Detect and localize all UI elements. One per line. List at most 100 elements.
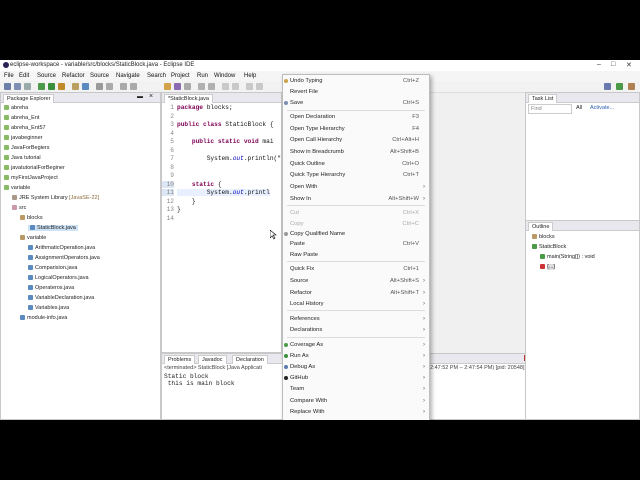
tree-item[interactable]: JavaForBegiers (4, 145, 50, 151)
tree-item-src[interactable]: src (12, 205, 26, 211)
annotation-icon[interactable] (164, 83, 171, 90)
menu-item-quick-outline[interactable]: Quick Outline Ctrl+O (283, 159, 429, 169)
tree-item[interactable]: javatutorialForBeginer (4, 165, 65, 171)
tree-item-package[interactable]: blocks (20, 215, 43, 221)
menu-item-raw-paste[interactable]: Raw Paste (283, 250, 429, 260)
menu-item-save[interactable]: Save Ctrl+S (283, 98, 429, 108)
menu-refactor[interactable]: Refactor (62, 73, 85, 79)
minimize-icon[interactable]: – (597, 61, 601, 68)
perspective-java-icon[interactable] (604, 83, 611, 90)
menu-window[interactable]: Window (214, 73, 235, 79)
nav-forward-icon[interactable] (232, 83, 239, 90)
save-icon[interactable] (14, 83, 21, 90)
menu-item-open-call-hierarchy[interactable]: Open Call Hierarchy Ctrl+Alt+H (283, 135, 429, 145)
tree-item[interactable]: AssignmentOperators.java (28, 255, 100, 261)
menu-item-run-as[interactable]: Run As › (283, 351, 429, 361)
save-all-icon[interactable] (24, 83, 31, 90)
tab-problems[interactable]: Problems (164, 355, 196, 364)
menu-project[interactable]: Project (171, 73, 190, 79)
tree-item[interactable]: Comparision.java (28, 265, 78, 271)
menu-item-references[interactable]: References › (283, 314, 429, 324)
tree-item-selected[interactable]: StaticBlock.java (28, 225, 78, 231)
menu-item-revert-file[interactable]: Revert File (283, 87, 429, 97)
menu-item-local-history[interactable]: Local History › (283, 299, 429, 309)
search-icon[interactable] (96, 83, 103, 90)
tree-item[interactable]: abreha_Ent (4, 115, 39, 121)
tree-item[interactable]: Java tutorial (4, 155, 41, 161)
outline-item[interactable]: main(String[]) : void (540, 254, 595, 260)
debug-icon[interactable] (38, 83, 45, 90)
outline-item[interactable]: StaticBlock (532, 244, 566, 250)
menu-item-copy-qualified-name[interactable]: Copy Qualified Name (283, 229, 429, 239)
tree-item[interactable]: ArithmaticOperation.java (28, 245, 95, 251)
last-edit-icon[interactable] (256, 83, 263, 90)
tab-javadoc[interactable]: Javadoc (198, 355, 227, 364)
next-edit-icon[interactable] (208, 83, 215, 90)
coverage-icon[interactable] (58, 83, 65, 90)
menu-item-declarations[interactable]: Declarations › (283, 325, 429, 335)
menu-item-show-in-breadcrumb[interactable]: Show in Breadcrumb Alt+Shift+B (283, 147, 429, 157)
tree-item[interactable]: abreha (4, 105, 28, 111)
menu-item-copy[interactable]: Copy Ctrl+C (283, 219, 429, 229)
task-all-filter[interactable]: All (576, 105, 582, 111)
menu-item-undo-typing[interactable]: Undo Typing Ctrl+Z (283, 76, 429, 86)
tab-task-list[interactable]: Task List (528, 94, 558, 103)
history-icon[interactable] (246, 83, 253, 90)
menu-item-open-with[interactable]: Open With › (283, 182, 429, 192)
outline-item[interactable]: {...} (540, 264, 556, 270)
menu-item-team[interactable]: Team › (283, 384, 429, 394)
menu-file[interactable]: File (4, 73, 14, 79)
menu-item-source[interactable]: Source Alt+Shift+S › (283, 276, 429, 286)
menu-item-open-type-hierarchy[interactable]: Open Type Hierarchy F4 (283, 124, 429, 134)
close-icon[interactable]: ✕ (626, 61, 632, 69)
nav-back-icon[interactable] (222, 83, 229, 90)
tree-item[interactable]: VariableDeclaration.java (28, 295, 94, 301)
menu-search[interactable]: Search (147, 73, 166, 79)
menu-edit[interactable]: Edit (19, 73, 29, 79)
menu-source-2[interactable]: Source (90, 73, 109, 79)
new-package-icon[interactable] (72, 83, 79, 90)
tree-item[interactable]: abreha_Ent57 (4, 125, 46, 131)
menu-item-show-in[interactable]: Show In Alt+Shift+W › (283, 194, 429, 204)
menu-help[interactable]: Help (244, 73, 256, 79)
menu-run[interactable]: Run (197, 73, 208, 79)
new-icon[interactable] (4, 83, 11, 90)
task-activate-link[interactable]: Activate... (590, 105, 614, 111)
tab-declaration[interactable]: Declaration (232, 355, 268, 364)
tab-staticblock-java[interactable]: *StaticBlock.java (164, 94, 213, 103)
minimize-panel-icon[interactable]: ▬ (137, 94, 143, 100)
forward-icon[interactable] (130, 83, 137, 90)
maximize-icon[interactable]: □ (611, 61, 615, 68)
tree-item[interactable]: Operateros.java (28, 285, 74, 291)
tree-item[interactable]: javabeginner (4, 135, 43, 141)
menu-item-refactor[interactable]: Refactor Alt+Shift+T › (283, 288, 429, 298)
back-icon[interactable] (120, 83, 127, 90)
perspective-git-icon[interactable] (628, 83, 635, 90)
menu-item-open-declaration[interactable]: Open Declaration F3 (283, 112, 429, 122)
outline-item[interactable]: blocks (532, 234, 555, 240)
tree-item-package[interactable]: variable (20, 235, 46, 241)
tree-item-jre[interactable]: JRE System Library [JavaSE-22] (12, 195, 99, 201)
tree-item[interactable]: module-info.java (20, 315, 67, 321)
run-icon[interactable] (48, 83, 55, 90)
tree-item[interactable]: Variables.java (28, 305, 69, 311)
open-type-icon[interactable] (106, 83, 113, 90)
menu-item-paste[interactable]: Paste Ctrl+V (283, 239, 429, 249)
menu-item-compare-with[interactable]: Compare With › (283, 396, 429, 406)
prev-edit-icon[interactable] (198, 83, 205, 90)
tree-item-variable[interactable]: variable (4, 185, 30, 191)
tree-item[interactable]: myFirstJavaProject (4, 175, 58, 181)
menu-item-quick-type-hierarchy[interactable]: Quick Type Hierarchy Ctrl+T (283, 170, 429, 180)
menu-item-coverage-as[interactable]: Coverage As › (283, 340, 429, 350)
outline-toggle-icon[interactable] (174, 83, 181, 90)
close-panel-icon[interactable]: × (149, 93, 153, 100)
new-class-icon[interactable] (82, 83, 89, 90)
menu-item-github[interactable]: GitHub › (283, 373, 429, 383)
menu-navigate[interactable]: Navigate (116, 73, 140, 79)
perspective-debug-icon[interactable] (616, 83, 623, 90)
menu-item-cut[interactable]: Cut Ctrl+X (283, 208, 429, 218)
menu-item-debug-as[interactable]: Debug As › (283, 362, 429, 372)
tree-item[interactable]: LogicalOperators.java (28, 275, 89, 281)
pin-icon[interactable] (184, 83, 191, 90)
tab-outline[interactable]: Outline (528, 222, 554, 231)
